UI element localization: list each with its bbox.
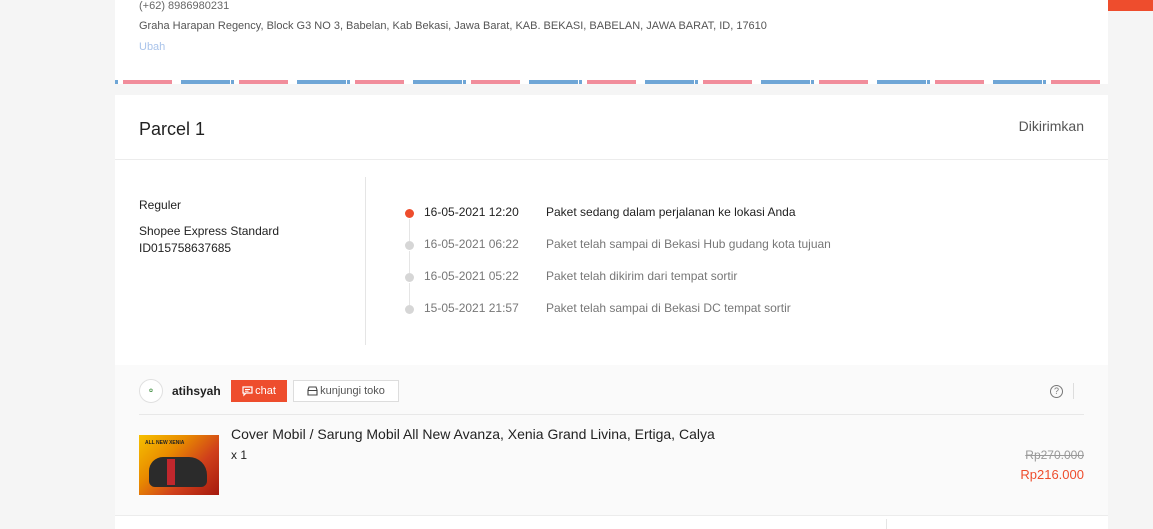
- chat-button[interactable]: chat: [231, 380, 287, 402]
- timeline-dot-active: [405, 209, 414, 218]
- header-separator: [1073, 383, 1074, 399]
- timeline-desc: Paket telah dikirim dari tempat sortir: [546, 269, 738, 283]
- original-price: Rp270.000: [1025, 448, 1084, 462]
- parcel-card: Parcel 1 Dikirimkan Reguler Shopee Expre…: [115, 95, 1108, 365]
- timeline-item: 16-05-2021 06:22 Paket telah sampai di B…: [405, 235, 1085, 273]
- envelope-border: [115, 80, 1108, 84]
- shop-divider: [139, 414, 1084, 415]
- visit-shop-label: kunjungi toko: [320, 385, 385, 397]
- car-shape: [149, 457, 207, 487]
- final-price: Rp216.000: [1020, 467, 1084, 482]
- timeline-item: 16-05-2021 05:22 Paket telah dikirim dar…: [405, 267, 1085, 305]
- timeline-dot: [405, 305, 414, 314]
- address-phone: (+62) 8986980231: [139, 0, 230, 12]
- chat-icon: [242, 385, 253, 397]
- change-address-link[interactable]: Ubah: [139, 41, 165, 53]
- product-image-tag: ALL NEW XENIA: [145, 440, 185, 446]
- product-image[interactable]: ALL NEW XENIA: [139, 435, 219, 495]
- product-quantity: x 1: [231, 448, 248, 462]
- timeline-desc: Paket sedang dalam perjalanan ke lokasi …: [546, 205, 796, 219]
- help-icon[interactable]: ?: [1050, 385, 1063, 398]
- parcel-divider: [115, 159, 1108, 160]
- timeline-dot: [405, 241, 414, 250]
- product-name[interactable]: Cover Mobil / Sarung Mobil All New Avanz…: [231, 426, 715, 442]
- courier-name: Shopee Express Standard: [139, 224, 280, 238]
- visit-shop-button[interactable]: kunjungi toko: [293, 380, 399, 402]
- order-summary-card: [115, 515, 1108, 529]
- tracking-timeline: 16-05-2021 12:20 Paket sedang dalam perj…: [405, 203, 1085, 331]
- timeline-item: 15-05-2021 21:57 Paket telah sampai di B…: [405, 299, 1085, 331]
- shop-card: ✿ atihsyah chat kunjungi toko ? ALL NEW …: [115, 365, 1108, 515]
- chat-label: chat: [255, 385, 276, 397]
- timeline-time: 16-05-2021 12:20: [424, 205, 519, 219]
- timeline-time: 16-05-2021 06:22: [424, 237, 519, 251]
- vertical-divider: [365, 177, 366, 345]
- parcel-title: Parcel 1: [139, 119, 206, 139]
- service-type: Reguler: [139, 198, 182, 212]
- address-card: (+62) 8986980231 Graha Harapan Regency, …: [115, 0, 1108, 84]
- timeline-dot: [405, 273, 414, 282]
- timeline-desc: Paket telah sampai di Bekasi DC tempat s…: [546, 301, 791, 315]
- timeline-desc: Paket telah sampai di Bekasi Hub gudang …: [546, 237, 831, 251]
- shop-name[interactable]: atihsyah: [172, 384, 221, 398]
- shop-icon: [307, 385, 318, 397]
- shop-avatar[interactable]: ✿: [139, 379, 163, 403]
- timeline-time: 16-05-2021 05:22: [424, 269, 519, 283]
- address-line: Graha Harapan Regency, Block G3 NO 3, Ba…: [139, 20, 767, 32]
- parcel-status: Dikirimkan: [1018, 118, 1084, 134]
- tracking-id: ID015758637685: [139, 241, 232, 255]
- car-stripe: [167, 459, 175, 485]
- timeline-time: 15-05-2021 21:57: [424, 301, 519, 315]
- timeline-item: 16-05-2021 12:20 Paket sedang dalam perj…: [405, 203, 1085, 241]
